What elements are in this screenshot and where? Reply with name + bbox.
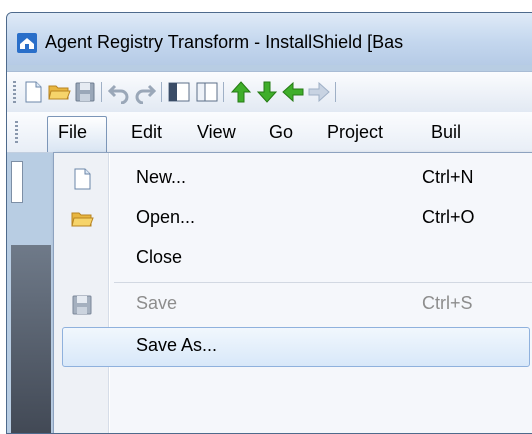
arrow-left-icon[interactable] xyxy=(281,80,305,104)
menu-item-new[interactable]: New... Ctrl+N xyxy=(54,159,532,199)
window-title: Agent Registry Transform - InstallShield… xyxy=(45,32,404,52)
application-window: Agent Registry Transform - InstallShield… xyxy=(6,12,532,434)
open-folder-icon xyxy=(70,207,94,231)
open-folder-icon[interactable] xyxy=(47,80,71,104)
menu-go[interactable]: Go xyxy=(259,119,303,145)
menu-item-label: Close xyxy=(136,247,183,267)
arrow-up-icon[interactable] xyxy=(229,80,253,104)
standard-toolbar xyxy=(7,71,532,113)
menu-item-label: Save xyxy=(136,293,178,313)
new-file-icon xyxy=(70,167,94,191)
menu-item-open[interactable]: Open... Ctrl+O xyxy=(54,199,532,239)
new-icon[interactable] xyxy=(21,80,45,104)
file-menu-dropdown: New... Ctrl+N Open... Ctrl+O Close Save … xyxy=(53,152,532,433)
save-disk-icon xyxy=(70,293,94,317)
menu-project[interactable]: Project xyxy=(317,119,393,145)
menu-grip[interactable] xyxy=(15,121,18,143)
menu-item-shortcut: Ctrl+N xyxy=(422,167,474,187)
menu-view[interactable]: View xyxy=(187,119,246,145)
save-icon[interactable] xyxy=(73,80,97,104)
menu-bar: File Edit View Go Project Buil xyxy=(7,112,532,153)
menu-edit[interactable]: Edit xyxy=(121,119,172,145)
redo-icon[interactable] xyxy=(133,80,157,104)
menu-item-shortcut: Ctrl+O xyxy=(422,207,475,227)
menu-item-shortcut: Ctrl+S xyxy=(422,293,473,313)
menu-item-save[interactable]: Save Ctrl+S xyxy=(54,285,532,325)
toolbar-grip[interactable] xyxy=(13,81,16,103)
toolbar-separator xyxy=(335,82,336,102)
title-bar[interactable]: Agent Registry Transform - InstallShield… xyxy=(7,13,532,65)
arrow-down-icon[interactable] xyxy=(255,80,279,104)
menu-item-label: Save As... xyxy=(136,335,218,355)
toolbar-separator xyxy=(101,82,102,102)
toolbar-separator xyxy=(161,82,162,102)
panel-right-icon[interactable] xyxy=(195,80,219,104)
arrow-right-icon[interactable] xyxy=(307,80,331,104)
installshield-app-icon[interactable] xyxy=(17,33,37,53)
panel-tab[interactable] xyxy=(11,161,23,203)
toolbar-separator xyxy=(223,82,224,102)
panel-left-icon[interactable] xyxy=(167,80,191,104)
menu-build[interactable]: Buil xyxy=(421,119,471,145)
menu-item-label: Open... xyxy=(136,207,196,227)
left-panel xyxy=(7,153,53,433)
menu-file[interactable]: File xyxy=(47,116,107,152)
menu-item-save-as[interactable]: Save As... xyxy=(62,327,530,367)
menu-item-label: New... xyxy=(136,167,187,187)
undo-icon[interactable] xyxy=(107,80,131,104)
panel-content xyxy=(11,245,51,433)
menu-item-close[interactable]: Close xyxy=(54,239,532,279)
menu-separator xyxy=(114,282,532,283)
